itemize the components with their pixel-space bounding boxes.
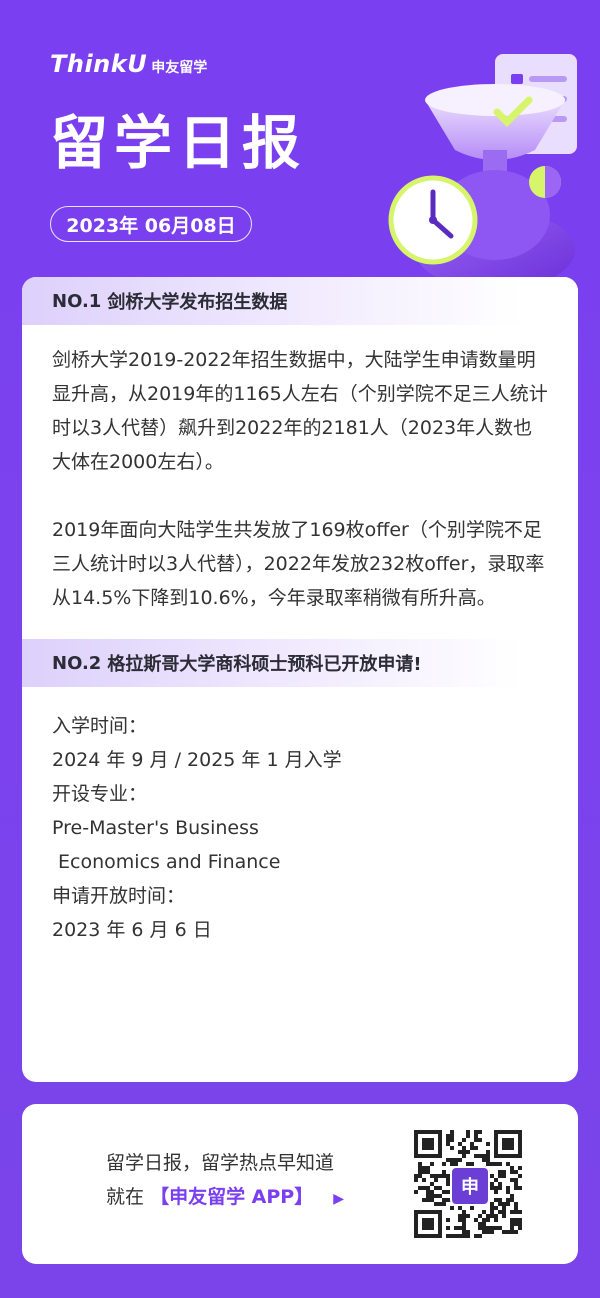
- promo-card: 留学日报，留学热点早知道 就在 【申友留学 APP】 ▶ 申: [22, 1104, 578, 1264]
- clock-icon: [388, 175, 478, 265]
- date-badge: 2023年 06月08日: [50, 206, 252, 242]
- info-line: Economics and Finance: [52, 851, 281, 873]
- brand-logo-text: ThinkU: [50, 50, 148, 78]
- app-badge-icon: 申: [450, 1166, 490, 1206]
- info-line: 申请开放时间：: [52, 885, 186, 907]
- play-arrow-icon[interactable]: ▶: [333, 1191, 344, 1207]
- paragraph: 剑桥大学2019-2022年招生数据中，大陆学生申请数量明显升高，从2019年的…: [52, 349, 548, 473]
- section-body-2: 入学时间： 2024 年 9 月 / 2025 年 1 月入学 开设专业： Pr…: [22, 687, 578, 947]
- info-line: 2024 年 9 月 / 2025 年 1 月入学: [52, 749, 342, 771]
- section-header-1: NO.1 剑桥大学发布招生数据: [22, 277, 578, 325]
- section-number: NO.2: [52, 652, 102, 674]
- promo-line-1: 留学日报，留学热点早知道: [106, 1152, 335, 1174]
- section-number: NO.1: [52, 290, 102, 312]
- section-body-1: 剑桥大学2019-2022年招生数据中，大陆学生申请数量明显升高，从2019年的…: [22, 325, 578, 615]
- info-line: Pre-Master's Business: [52, 817, 259, 839]
- section-title: 格拉斯哥大学商科硕士预科已开放申请!: [107, 654, 422, 675]
- hourglass-clock-illustration: [388, 54, 577, 280]
- qr-code[interactable]: 申: [414, 1130, 522, 1238]
- info-line: 2023 年 6 月 6 日: [52, 919, 212, 941]
- info-line: 入学时间：: [52, 715, 148, 737]
- promo-prefix: 就在: [106, 1186, 145, 1208]
- section-header-2: NO.2 格拉斯哥大学商科硕士预科已开放申请!: [22, 639, 578, 687]
- app-link[interactable]: 【申友留学 APP】: [150, 1186, 313, 1208]
- section-title: 剑桥大学发布招生数据: [107, 292, 288, 313]
- promo-line-2[interactable]: 就在 【申友留学 APP】 ▶: [106, 1180, 344, 1216]
- promo-text: 留学日报，留学热点早知道 就在 【申友留学 APP】 ▶: [106, 1146, 344, 1216]
- brand-logo: ThinkU 申友留学: [50, 50, 207, 78]
- news-card: NO.1 剑桥大学发布招生数据 剑桥大学2019-2022年招生数据中，大陆学生…: [22, 277, 578, 1082]
- page-title: 留学日报: [50, 109, 307, 177]
- info-line: 开设专业：: [52, 783, 148, 805]
- paragraph: 2019年面向大陆学生共发放了169枚offer（个别学院不足三人统计时以3人代…: [52, 519, 545, 609]
- brand-logo-cn: 申友留学: [151, 60, 208, 76]
